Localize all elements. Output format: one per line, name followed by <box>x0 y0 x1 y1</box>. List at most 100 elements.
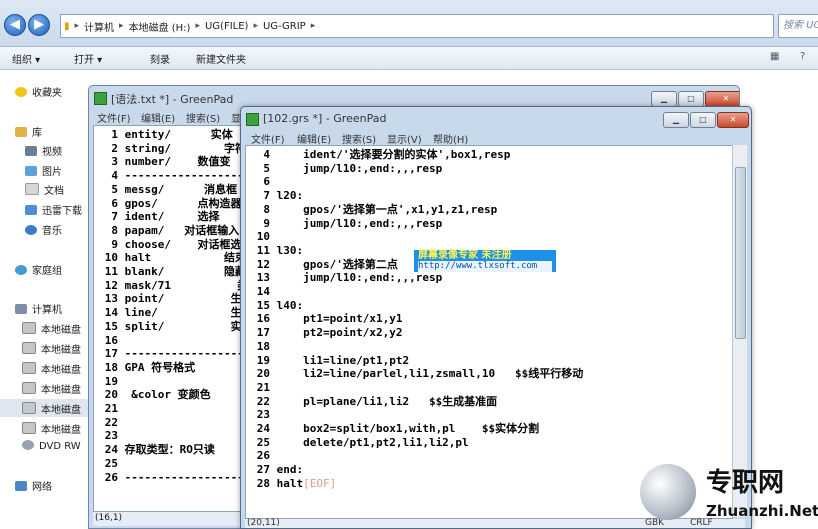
code-text: jump/l10:,end:,,,resp <box>270 216 443 230</box>
line-number: 20 <box>104 388 118 402</box>
sidebar-item-xunlei[interactable]: 迅雷下载 <box>25 202 82 217</box>
menu-file[interactable]: 文件(F) <box>251 131 285 146</box>
line-number: 5 <box>263 161 270 175</box>
line-number: 19 <box>104 374 118 388</box>
sidebar-label: 本地磁盘 <box>41 365 81 376</box>
sidebar-label: 计算机 <box>32 305 62 316</box>
search-input[interactable]: 搜索 UG <box>778 14 818 38</box>
help-icon[interactable]: ? <box>800 51 805 62</box>
code-text: gpos/'选择第二点 <box>270 257 398 271</box>
code-text: li1=line/pt1,pt2 <box>270 353 410 367</box>
breadcrumb-item[interactable]: 本地磁盘 (H:) <box>126 19 194 34</box>
maximize-button[interactable]: □ <box>678 91 704 107</box>
sidebar-item-video[interactable]: 视频 <box>25 143 62 158</box>
sidebar-drive[interactable]: 本地磁盘 <box>22 321 81 336</box>
forward-arrow-icon[interactable]: ▶ <box>28 14 50 36</box>
code-line: 23 <box>94 429 125 443</box>
back-arrow-icon[interactable]: ◀ <box>4 14 26 36</box>
sidebar-item-network[interactable]: 网络 <box>15 478 52 493</box>
line-number: 10 <box>104 251 118 265</box>
menu-edit[interactable]: 编辑(E) <box>297 131 331 146</box>
code-line: 13 point/ 生成点 <box>94 292 264 306</box>
sidebar-drive[interactable]: 本地磁盘 <box>22 361 81 376</box>
minimize-button[interactable]: ▁ <box>663 112 689 128</box>
folder-icon: ▮ <box>64 20 70 32</box>
menu-search[interactable]: 搜索(S) <box>186 110 220 125</box>
minimize-button[interactable]: ▁ <box>651 91 677 107</box>
code-line: 18 GPA 符号格式 <box>94 361 195 375</box>
code-line: 8 papam/ 对话框输入 <box>94 224 239 238</box>
breadcrumb-item[interactable]: UG(FILE) <box>202 21 251 32</box>
code-text: blank/ 隐藏 <box>118 265 246 278</box>
burn-button[interactable]: 刻录 <box>150 51 170 66</box>
eof-marker: [EOF] <box>303 476 337 490</box>
chevron-right-icon: ▸ <box>310 21 316 31</box>
line-number: 10 <box>256 230 270 244</box>
maximize-button[interactable]: □ <box>690 112 716 128</box>
menu-help[interactable]: 帮助(H) <box>433 131 468 146</box>
code-text: delete/pt1,pt2,li1,li2,pl <box>270 435 469 449</box>
sidebar-drive[interactable]: 本地磁盘 <box>22 401 81 416</box>
code-text: jump/l10:,end:,,,resp <box>270 161 443 175</box>
close-button[interactable]: ✕ <box>717 112 749 128</box>
close-button[interactable]: ✕ <box>705 91 739 107</box>
sidebar-item-computer[interactable]: 计算机 <box>15 301 62 316</box>
code-line: 11 blank/ 隐藏 <box>94 265 246 279</box>
menu-view[interactable]: 显示(V) <box>387 131 422 146</box>
sidebar-item-documents[interactable]: 文档 <box>25 182 64 197</box>
sidebar-drive[interactable]: 本地磁盘 <box>22 421 81 436</box>
line-number: 25 <box>104 456 118 470</box>
sidebar-item-music[interactable]: 音乐 <box>25 222 62 237</box>
sidebar-item-pictures[interactable]: 图片 <box>25 163 62 178</box>
code-line: 21 <box>94 402 125 416</box>
code-line: 15 split/ 实体分 <box>94 320 264 334</box>
menu-file[interactable]: 文件(F) <box>97 110 131 125</box>
breadcrumb-item[interactable]: UG-GRIP <box>260 21 309 32</box>
organize-button[interactable]: 组织 ▾ <box>12 51 40 66</box>
chevron-right-icon: ▸ <box>119 21 124 31</box>
view-options-icon[interactable]: ▦ <box>770 51 779 62</box>
line-number: 4 <box>263 148 270 161</box>
line-number: 17 <box>104 347 118 361</box>
menu-search[interactable]: 搜索(S) <box>342 131 376 146</box>
code-line: 21 <box>246 381 277 395</box>
sidebar-item-library[interactable]: 库 <box>15 124 42 139</box>
drive-icon <box>22 422 36 434</box>
code-text: gpos/'选择第一点',x1,y1,z1,resp <box>270 202 498 216</box>
line-number: 8 <box>111 223 118 237</box>
sidebar-label: 收藏夹 <box>32 88 62 99</box>
code-line: 25 <box>94 457 125 471</box>
code-line: 25 delete/pt1,pt2,li1,li2,pl <box>246 436 469 450</box>
drive-icon <box>22 322 36 334</box>
line-number: 12 <box>256 257 270 271</box>
open-button[interactable]: 打开 ▾ <box>74 51 102 66</box>
line-number: 28 <box>256 476 270 490</box>
picture-icon <box>25 166 37 176</box>
line-number: 21 <box>256 380 270 394</box>
code-line: 14 line/ 生成线 <box>94 306 264 320</box>
breadcrumb-item[interactable]: 计算机 <box>81 19 117 34</box>
menu-edit[interactable]: 编辑(E) <box>141 110 175 125</box>
sidebar-item-homegroup[interactable]: 家庭组 <box>15 262 62 277</box>
code-text: 存取类型：RO只读 <box>118 443 215 457</box>
chevron-right-icon: ▸ <box>74 21 80 31</box>
sidebar-drive[interactable]: 本地磁盘 <box>22 381 81 396</box>
line-number: 19 <box>256 353 270 367</box>
line-number: 3 <box>111 155 118 169</box>
sidebar-label: 本地磁盘 <box>41 425 81 436</box>
new-folder-button[interactable]: 新建文件夹 <box>196 51 246 66</box>
site-logo: 专职网 Zhuanzhi.Net <box>640 460 818 527</box>
code-text: ident/ 选择 <box>118 210 220 224</box>
sidebar-item-favorites[interactable]: 收藏夹 <box>15 84 62 99</box>
sidebar-drive[interactable]: DVD RW <box>22 440 81 452</box>
code-line: 19 <box>94 375 125 389</box>
code-text: l40: <box>270 298 304 312</box>
sidebar-label: 迅雷下载 <box>42 206 82 217</box>
sidebar-drive[interactable]: 本地磁盘 <box>22 341 81 356</box>
line-number: 11 <box>104 265 118 278</box>
scrollbar-thumb[interactable] <box>735 167 746 339</box>
breadcrumb[interactable]: ▮ ▸ 计算机 ▸ 本地磁盘 (H:) ▸ UG(FILE) ▸ UG-GRIP… <box>60 14 774 38</box>
